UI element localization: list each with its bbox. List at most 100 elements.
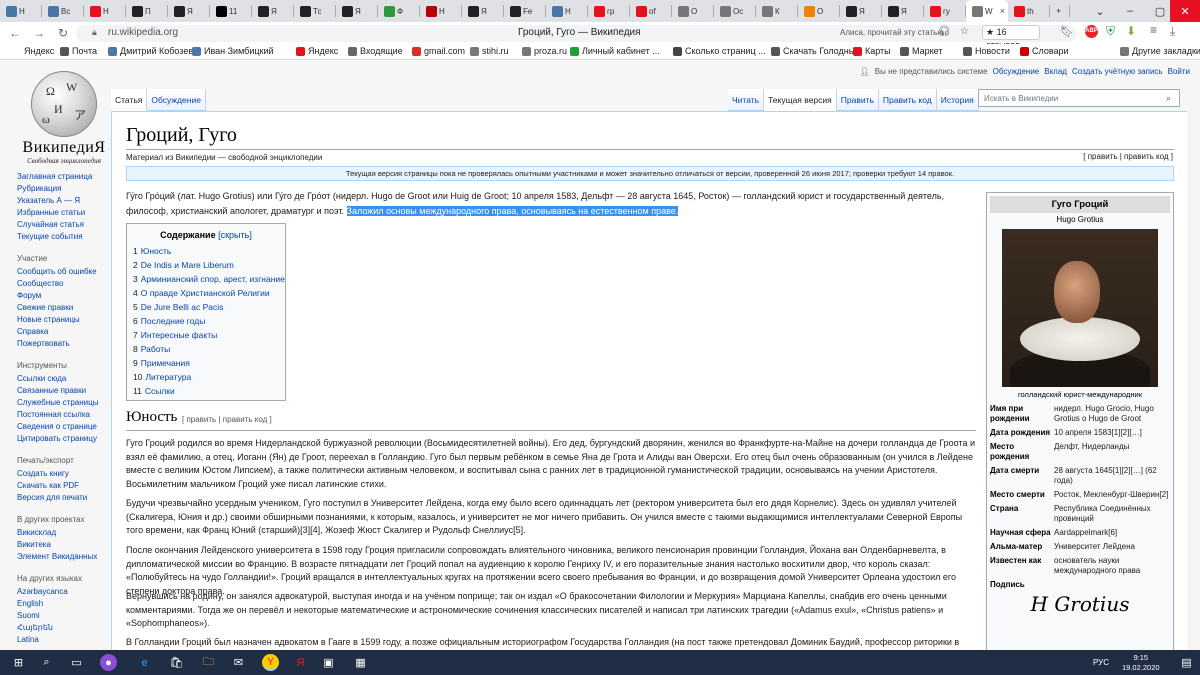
tab-discussion[interactable]: Обсуждение	[147, 89, 206, 111]
language-indicator[interactable]: РУС	[1093, 658, 1109, 667]
portrait-image[interactable]	[1002, 229, 1158, 387]
sidebar-link[interactable]: Указатель А — Я	[0, 195, 120, 207]
windows-start-icon[interactable]: ⊞	[10, 654, 27, 671]
browser-tab[interactable]: Ф	[378, 0, 420, 22]
toc-item[interactable]: 8 Работы	[133, 342, 279, 356]
browser-tab[interactable]: П	[126, 0, 168, 22]
sidebar-link[interactable]: Ссылки сюда	[0, 373, 120, 385]
toc-item[interactable]: 6 Последние годы	[133, 314, 279, 328]
back-icon[interactable]: ←	[8, 26, 22, 40]
bookmark-item[interactable]: Иван Зимбицкий	[192, 46, 274, 56]
close-tab-icon[interactable]: ×	[1000, 6, 1005, 16]
sidebar-link[interactable]: Викисклад	[0, 527, 120, 539]
bookmark-item[interactable]: Новости	[963, 46, 1010, 56]
sidebar-link[interactable]: Справка	[0, 326, 120, 338]
toc-item[interactable]: 3 Арминианский спор, арест, изгнание	[133, 272, 285, 286]
edit-links[interactable]: [ править | править код ]	[1083, 152, 1173, 161]
bookmark-item[interactable]: stihi.ru	[470, 46, 509, 56]
browser-tab[interactable]: Я	[252, 0, 294, 22]
contributions-link[interactable]: Вклад	[1044, 67, 1067, 76]
clock[interactable]: 9:15 19.02.2020	[1122, 653, 1160, 673]
sidebar-link[interactable]: Azərbaycanca	[0, 586, 120, 598]
toc-link[interactable]: De Jure Belli ac Pacis	[141, 302, 224, 312]
new-tab-button[interactable]: +	[1050, 0, 1070, 22]
create-account-link[interactable]: Создать учётную запись	[1072, 67, 1163, 76]
yandex-icon[interactable]: Я	[292, 654, 309, 671]
talk-link[interactable]: Обсуждение	[993, 67, 1040, 76]
alice-read-button[interactable]: Алиса, прочитай эту статью	[840, 28, 943, 37]
download-extension-icon[interactable]: ⬇	[1126, 24, 1136, 38]
toc-link[interactable]: О правде Христианской Религии	[141, 288, 270, 298]
bookmark-item[interactable]: Другие закладки	[1120, 46, 1200, 56]
sidebar-link[interactable]: Текущие события	[0, 231, 120, 243]
tab-edit-source[interactable]: Править код	[878, 89, 937, 111]
app-icon[interactable]: ▦	[352, 654, 369, 671]
alice-icon[interactable]: ●	[100, 654, 117, 671]
sidebar-link[interactable]: Постоянная ссылка	[0, 409, 120, 421]
browser-tab[interactable]: Fe	[504, 0, 546, 22]
bookmark-icon[interactable]: 🔖︎	[1060, 25, 1074, 38]
wikipedia-logo[interactable]: ΩWИアω ВикипедиЯ Свободная энциклопедия	[14, 71, 114, 165]
edge-icon[interactable]: e	[136, 654, 153, 671]
sidebar-link[interactable]: Связанные правки	[0, 385, 120, 397]
toc-link[interactable]: Литература	[145, 372, 191, 382]
toc-item[interactable]: 5 De Jure Belli ac Pacis	[133, 300, 279, 314]
browser-tab[interactable]: О	[798, 0, 840, 22]
bookmark-item[interactable]: Личный кабинет ...	[570, 46, 660, 56]
explorer-icon[interactable]: 🗀	[200, 654, 217, 671]
tab-current-version[interactable]: Текущая версия	[764, 89, 837, 111]
bookmark-item[interactable]: proza.ru	[522, 46, 567, 56]
toc-item[interactable]: 7 Интересные факты	[133, 328, 279, 342]
section-edit-links[interactable]: [ править | править код ]	[182, 415, 272, 424]
headphones-icon[interactable]: 🎧︎	[938, 26, 951, 37]
toc-link[interactable]: Примечания	[141, 358, 190, 368]
toc-item[interactable]: 9 Примечания	[133, 356, 279, 370]
sidebar-link[interactable]: Скачать как PDF	[0, 480, 120, 492]
sidebar-link[interactable]: Викитека	[0, 539, 120, 551]
terminal-icon[interactable]: ▣	[320, 654, 337, 671]
browser-tab[interactable]: Н	[0, 0, 42, 22]
browser-tab[interactable]: th	[1008, 0, 1050, 22]
bookmark-star-icon[interactable]: ☆	[960, 26, 969, 37]
browser-tab[interactable]: Тс	[294, 0, 336, 22]
search-input[interactable]: Искать в Википедии	[978, 89, 1180, 107]
bookmark-item[interactable]: Почта	[60, 46, 97, 56]
bookmark-item[interactable]: Дмитрий Кобозев	[108, 46, 193, 56]
browser-tab[interactable]: W ×	[966, 0, 1008, 22]
sidebar-link[interactable]: Избранные статьи	[0, 207, 120, 219]
bookmark-item[interactable]: Маркет	[900, 46, 942, 56]
sidebar-link[interactable]: Рубрикация	[0, 183, 120, 195]
menu-icon[interactable]: ≡	[1150, 23, 1157, 37]
sidebar-link[interactable]: Latina	[0, 634, 120, 646]
browser-tab[interactable]: гр	[588, 0, 630, 22]
browser-tab[interactable]: гу	[924, 0, 966, 22]
browser-tab[interactable]: Ос	[714, 0, 756, 22]
toc-item[interactable]: 2 De Indis и Mare Liberum	[133, 258, 279, 272]
search-icon[interactable]: ⌕	[1166, 93, 1171, 104]
sidebar-link[interactable]: Случайная статья	[0, 219, 120, 231]
sidebar-link[interactable]: English	[0, 598, 120, 610]
download-icon[interactable]: ⤓	[1170, 24, 1175, 39]
sidebar-link[interactable]: Пожертвовать	[0, 338, 120, 350]
browser-tab[interactable]: Я	[168, 0, 210, 22]
toc-link[interactable]: De Indis и Mare Liberum	[141, 260, 234, 270]
task-view-icon[interactable]: ▭	[68, 654, 85, 671]
sidebar-link[interactable]: Форум	[0, 290, 120, 302]
notifications-icon[interactable]: ▤	[1178, 654, 1195, 671]
toc-link[interactable]: Арминианский спор, арест, изгнание	[141, 274, 285, 284]
adblock-icon[interactable]: ABP	[1085, 25, 1098, 38]
bookmark-item[interactable]: gmail.com	[412, 46, 465, 56]
forward-icon[interactable]: →	[32, 26, 46, 40]
reviews-badge[interactable]: ★ 16 отзывов	[982, 25, 1040, 50]
browser-tab[interactable]: Н	[420, 0, 462, 22]
toc-link[interactable]: Ссылки	[145, 386, 175, 396]
sidebar-link[interactable]: Создать книгу	[0, 468, 120, 480]
sidebar-link[interactable]: Новые страницы	[0, 314, 120, 326]
toc-link[interactable]: Последние годы	[141, 316, 206, 326]
mail-icon[interactable]: ✉	[230, 654, 247, 671]
toc-hide-link[interactable]: [скрыть]	[218, 230, 252, 240]
browser-tab[interactable]: Я	[882, 0, 924, 22]
browser-tab[interactable]: Я	[840, 0, 882, 22]
tab-article[interactable]: Статья	[111, 89, 148, 111]
tab-history[interactable]: История	[936, 89, 979, 111]
